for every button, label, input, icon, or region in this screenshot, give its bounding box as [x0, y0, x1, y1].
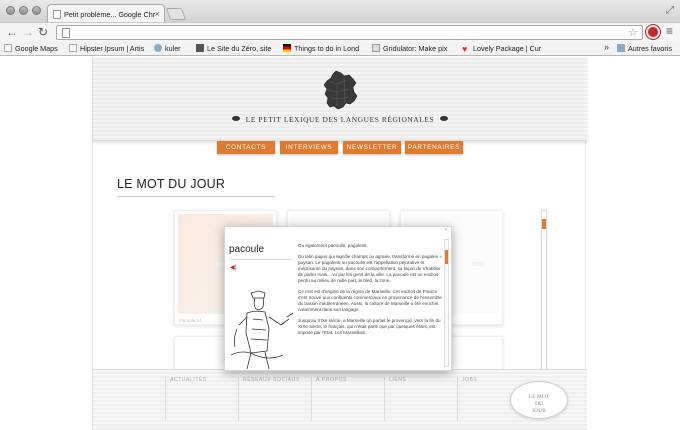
bubble-line: DU: [534, 401, 544, 407]
popup-scrollbar[interactable]: [444, 239, 449, 367]
bookmark-item[interactable]: Gridulator: Make pix: [372, 43, 452, 55]
other-bookmarks-folder[interactable]: Autres favoris: [617, 43, 679, 55]
kuler-icon: [154, 44, 162, 52]
star-icon[interactable]: ☆: [628, 26, 638, 39]
peasant-illustration: [230, 290, 294, 370]
page-icon: [69, 44, 77, 52]
heading-divider: [117, 196, 275, 197]
definition-paragraph: Du latin pagus qui signifie champs ou ag…: [298, 254, 443, 283]
audio-icon[interactable]: ◀): [230, 264, 237, 271]
footer-liens[interactable]: LIENS: [384, 377, 406, 421]
footer-a-propos[interactable]: À PROPOS: [311, 377, 347, 421]
popup-word-divider: [229, 259, 293, 260]
fullscreen-icon[interactable]: ⤢: [666, 5, 674, 16]
card-caption: Pacoule 14: [179, 318, 202, 323]
definition-paragraph: Ou également pacoulin, pagalenti.: [298, 243, 368, 248]
menu-icon[interactable]: ≡: [666, 24, 673, 38]
back-arrow-icon[interactable]: ←: [6, 25, 18, 39]
forward-arrow-icon[interactable]: →: [22, 25, 34, 39]
popup-close-icon[interactable]: ×: [444, 227, 448, 234]
bookmark-label: kuler: [165, 44, 181, 53]
bookmarks-bar: Google Maps Hipster Ipsum | Artis kuler …: [0, 42, 680, 56]
bookmark-label: Lovely Package | Cur: [473, 44, 542, 53]
reload-icon[interactable]: ↻: [38, 25, 48, 39]
new-tab-button[interactable]: [165, 8, 187, 20]
address-bar[interactable]: ☆: [56, 25, 643, 40]
site-header: LE PETIT LEXIQUE DES LANGUES RÉGIONALES: [93, 57, 587, 141]
nav-partenaires[interactable]: PARTENAIRES: [405, 141, 463, 154]
bookmark-label: Le Site du Zéro, site: [207, 44, 272, 53]
definition-paragraph: Jusqu'au XIXe siècle, à Marseille on par…: [298, 318, 441, 335]
title-dot-icon: [231, 116, 240, 121]
popup-word: pacoule: [229, 244, 265, 255]
folder-icon: [617, 44, 625, 52]
window-close-icon[interactable]: [6, 6, 15, 15]
bookmark-item[interactable]: kuler: [154, 43, 189, 55]
extension-icon[interactable]: [646, 25, 660, 39]
page-heading: LE MOT DU JOUR: [117, 177, 226, 191]
footer-actualites[interactable]: ACTUALITÉS: [165, 377, 207, 421]
flag-icon: [283, 44, 291, 52]
footer-jobs[interactable]: JOBS: [457, 377, 477, 421]
france-map-icon: [323, 70, 358, 110]
site-du-zero-icon: [196, 44, 204, 52]
window-zoom-icon[interactable]: [32, 6, 41, 15]
bubble-line: JOUR: [532, 408, 546, 414]
bookmark-label: Google Maps: [15, 44, 58, 53]
footer-reseaux-sociaux[interactable]: RÉSEAUX SOCIAUX: [238, 377, 300, 421]
bookmarks-more-button[interactable]: »: [604, 42, 609, 52]
bookmark-label: Things to do in Lond: [294, 44, 360, 53]
site-title-text: LE PETIT LEXIQUE DES LANGUES RÉGIONALES: [245, 115, 435, 124]
bookmark-item[interactable]: Things to do in Lond: [283, 43, 365, 55]
word-popup: × pacoule ◀) Ou également pacoulin, paga…: [224, 226, 452, 371]
browser-toolbar: ← → ↻ ☆ ≡: [0, 22, 680, 42]
heart-icon: ♥: [462, 44, 468, 54]
definition-paragraph: Ce mot est d'origine de la région de Mar…: [298, 289, 442, 312]
page-icon: [62, 28, 70, 38]
tab-close-icon[interactable]: ×: [155, 9, 160, 19]
popup-scrollbar-thumb[interactable]: [445, 250, 448, 264]
bookmark-label: Autres favoris: [628, 44, 672, 53]
window-minimize-icon[interactable]: [19, 6, 28, 15]
gridulator-icon: [372, 44, 380, 52]
bookmark-item[interactable]: Google Maps: [4, 43, 64, 55]
tab-title: Petit problème... Google Chr: [64, 10, 156, 19]
page-favicon-icon: [53, 10, 61, 19]
popup-definition: Ou également pacoulin, pagalenti. Du lat…: [298, 243, 444, 341]
bookmark-item[interactable]: Le Site du Zéro, site: [196, 43, 276, 55]
nav-contacts[interactable]: CONTACTS: [217, 141, 275, 154]
bookmark-label: Gridulator: Make pix: [383, 44, 448, 53]
google-maps-icon: [4, 44, 12, 52]
mot-du-jour-bubble[interactable]: LE MOT DU JOUR: [510, 381, 568, 419]
browser-tab[interactable]: Petit problème... Google Chr ×: [47, 4, 165, 23]
nav-newsletter[interactable]: NEWSLETTER: [343, 141, 401, 154]
bookmark-item[interactable]: Hipster Ipsum | Artis: [69, 43, 149, 55]
scrollbar-thumb[interactable]: [542, 219, 546, 229]
bookmark-label: Hipster Ipsum | Artis: [80, 44, 145, 53]
nav-interviews[interactable]: INTERVIEWS: [280, 141, 338, 154]
bubble-line: LE MOT: [528, 394, 550, 400]
app: Petit problème... Google Chr × ⤢ ← → ↻ ☆…: [0, 0, 680, 430]
cards-scrollbar[interactable]: [541, 210, 547, 370]
title-dot-icon: [440, 116, 449, 121]
browser-titlebar: Petit problème... Google Chr × ⤢: [0, 0, 680, 23]
site-title: LE PETIT LEXIQUE DES LANGUES RÉGIONALES: [93, 115, 587, 124]
bookmark-item[interactable]: ♥ Lovely Package | Cur: [462, 43, 544, 55]
